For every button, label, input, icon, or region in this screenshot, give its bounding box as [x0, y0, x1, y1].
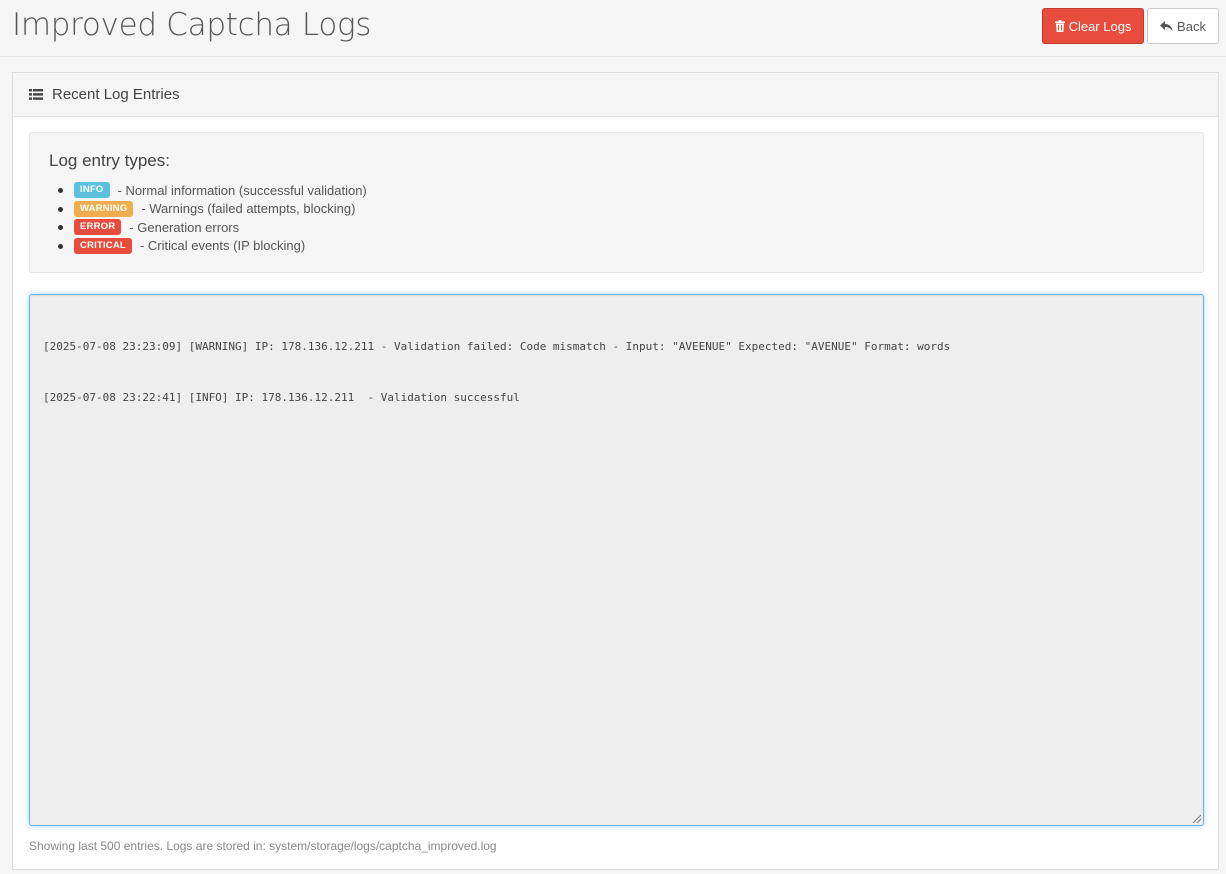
legend-list: INFO - Normal information (successful va… [58, 181, 367, 256]
clear-logs-label: Clear Logs [1068, 18, 1132, 34]
legend-description: - Critical events (IP blocking) [139, 238, 306, 254]
trash-icon [1054, 20, 1065, 32]
legend-description: - Generation errors [129, 219, 240, 235]
log-textarea[interactable]: [2025-07-08 23:23:09] [WARNING] IP: 178.… [29, 294, 1204, 826]
bullet-icon [58, 243, 63, 249]
legend-description: - Normal information (successful validat… [117, 182, 367, 198]
page-title: Improved Captcha Logs [12, 7, 372, 43]
clear-logs-button[interactable]: Clear Logs [1042, 8, 1144, 44]
panel-heading-title: Recent Log Entries [52, 86, 180, 103]
list-icon [29, 89, 43, 100]
legend-box: Log entry types: INFO - Normal informati… [29, 132, 1204, 273]
reply-icon [1160, 20, 1173, 32]
badge-warning: WARNING [74, 200, 134, 217]
log-line: [2025-07-08 23:23:09] [WARNING] IP: 178.… [43, 340, 951, 353]
legend-item-critical: CRITICAL - Critical events (IP blocking) [58, 237, 367, 256]
legend-item-info: INFO - Normal information (successful va… [58, 181, 367, 200]
page-header: Improved Captcha Logs Clear Logs Back [0, 0, 1226, 57]
legend-description: - Warnings (failed attempts, blocking) [141, 201, 356, 217]
bullet-icon [58, 206, 63, 212]
panel-heading: Recent Log Entries [13, 73, 1218, 117]
help-text: Showing last 500 entries. Logs are store… [29, 839, 497, 853]
badge-critical: CRITICAL [74, 237, 132, 254]
log-panel: Recent Log Entries Log entry types: INFO… [12, 72, 1219, 870]
back-button[interactable]: Back [1147, 8, 1219, 44]
log-line: [2025-07-08 23:22:41] [INFO] IP: 178.136… [43, 391, 520, 404]
bullet-icon [58, 225, 63, 230]
bullet-icon [58, 188, 63, 193]
badge-info: INFO [74, 182, 110, 199]
back-label: Back [1177, 18, 1206, 34]
legend-item-warning: WARNING - Warnings (failed attempts, blo… [58, 200, 367, 219]
resize-grip-icon[interactable] [1192, 814, 1201, 823]
badge-error: ERROR [74, 219, 122, 236]
legend-title: Log entry types: [49, 151, 170, 170]
legend-item-error: ERROR - Generation errors [58, 218, 367, 237]
